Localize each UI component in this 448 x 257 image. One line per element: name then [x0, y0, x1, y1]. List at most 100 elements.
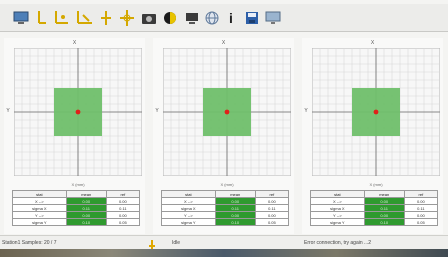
plot-panel-2: XYX (mm) stat mean ref X --> 0.00 0.00 sigma X0… [153, 38, 294, 234]
target-plot[interactable] [14, 48, 142, 176]
target-point [224, 109, 230, 115]
stats-row: X --> 0.00 0.00 [161, 197, 290, 205]
stats-cell: X --> [310, 197, 365, 205]
globe-icon[interactable] [204, 7, 220, 29]
stats-cell: 0.11 [65, 204, 107, 212]
stats-header-row: stat mean ref [310, 190, 439, 198]
status-left: Station1 Samples: 20 / 7 [2, 240, 57, 246]
stats-row: sigma Y 0.10 0.05 [12, 218, 141, 226]
toolbar: i [0, 4, 448, 32]
target-plot[interactable] [163, 48, 291, 176]
stats-header-cell: ref [105, 190, 141, 198]
stats-cell: Y --> [161, 211, 216, 219]
plot-ylabel: Y [155, 108, 159, 114]
stats-cell: 0.05 [105, 218, 141, 226]
status-bar: Station1 Samples: 20 / 7 Idle Error conn… [0, 235, 448, 249]
stats-row: X --> 0.00 0.00 [12, 197, 141, 205]
stats-row: Y --> 0.00 0.00 [12, 211, 141, 219]
stats-header-cell: ref [254, 190, 290, 198]
stats-row: sigma X 0.11 0.11 [161, 204, 290, 212]
stats-cell: 0.00 [214, 211, 256, 219]
status-right: Error connection, try again ...2 [304, 240, 371, 246]
stats-cell: Y --> [310, 211, 365, 219]
stats-cell: sigma X [161, 204, 216, 212]
screen-icon[interactable] [264, 7, 282, 29]
stats-table: stat mean ref X --> 0.00 0.00 sigma X 0.11 0.11 Y… [161, 190, 290, 226]
stats-cell: 0.00 [363, 211, 405, 219]
plot-xlabel: X (mm) [369, 182, 383, 187]
cursor-icon[interactable] [98, 7, 114, 29]
plot-ylabel: Y [6, 108, 10, 114]
taskbar [0, 249, 448, 257]
info-icon[interactable]: i [226, 7, 236, 29]
stats-cell: 0.00 [403, 211, 439, 219]
stats-header-cell: mean [214, 190, 256, 198]
stats-cell: 0.00 [363, 197, 405, 205]
monitor-small-icon[interactable] [184, 7, 200, 29]
plot-panel-1: XYX (mm) stat mean ref X --> 0.00 0.00 sigma X0… [4, 38, 145, 234]
stats-header-cell: ref [403, 190, 439, 198]
target-plot[interactable] [312, 48, 440, 176]
plot-ylabel: Y [304, 108, 308, 114]
stats-cell: 0.11 [403, 204, 439, 212]
stats-cell: 0.00 [403, 197, 439, 205]
stats-header-cell: stat [161, 190, 216, 198]
stats-cell: sigma Y [12, 218, 67, 226]
stats-cell: 0.05 [254, 218, 290, 226]
status-idle: Idle [172, 240, 181, 246]
stats-cell: 0.05 [403, 218, 439, 226]
stats-row: X --> 0.00 0.00 [310, 197, 439, 205]
stats-cell: X --> [12, 197, 67, 205]
app-window: i XYX (mm) stat mean ref X --> 0.00 0.00 sigma … [0, 0, 448, 257]
stats-cell: 0.00 [65, 197, 107, 205]
stats-table: stat mean ref X --> 0.00 0.00 sigma X 0.11 0.11 Y… [12, 190, 141, 226]
stats-cell: 0.10 [214, 218, 256, 226]
plot-panel-3: XYX (mm) stat mean ref X --> 0.00 0.00 sigma X0… [302, 38, 443, 234]
y-axis-triple-icon[interactable] [74, 7, 94, 29]
stats-cell: 0.00 [254, 211, 290, 219]
stats-cell: 0.00 [105, 211, 141, 219]
stats-cell: 0.10 [65, 218, 107, 226]
stats-header-cell: mean [65, 190, 107, 198]
target-point [75, 109, 81, 115]
stats-cell: 0.11 [105, 204, 141, 212]
stats-header-cell: stat [12, 190, 67, 198]
stats-cell: sigma Y [310, 218, 365, 226]
stats-row: sigma Y 0.10 0.05 [161, 218, 290, 226]
stats-table: stat mean ref X --> 0.00 0.00 sigma X 0.11 0.11 Y… [310, 190, 439, 226]
monitor-icon[interactable] [12, 7, 30, 29]
half-circle-icon[interactable] [162, 7, 178, 29]
stats-row: sigma X 0.11 0.11 [310, 204, 439, 212]
stats-cell: sigma Y [161, 218, 216, 226]
stats-row: Y --> 0.00 0.00 [161, 211, 290, 219]
stats-cell: 0.00 [254, 197, 290, 205]
stats-cell: 0.00 [65, 211, 107, 219]
stats-cell: sigma X [12, 204, 67, 212]
y-axis-pair-icon[interactable] [52, 7, 70, 29]
plot-title: X [221, 40, 226, 46]
crosshair-icon[interactable] [118, 7, 136, 29]
stats-cell: 0.10 [363, 218, 405, 226]
camera-icon[interactable] [140, 7, 158, 29]
stats-cell: sigma X [310, 204, 365, 212]
stats-cell: 0.11 [214, 204, 256, 212]
stats-cell: 0.11 [254, 204, 290, 212]
stats-row: sigma Y 0.10 0.05 [310, 218, 439, 226]
save-icon[interactable] [244, 7, 260, 29]
stats-row: Y --> 0.00 0.00 [310, 211, 439, 219]
stats-cell: 0.00 [214, 197, 256, 205]
stats-header-row: stat mean ref [161, 190, 290, 198]
plot-title: X [72, 40, 77, 46]
stats-cell: X --> [161, 197, 216, 205]
stats-header-row: stat mean ref [12, 190, 141, 198]
plot-title: X [370, 40, 375, 46]
stats-header-cell: mean [363, 190, 405, 198]
stats-cell: 0.11 [363, 204, 405, 212]
plot-xlabel: X (mm) [220, 182, 234, 187]
stats-row: sigma X 0.11 0.11 [12, 204, 141, 212]
plot-xlabel: X (mm) [71, 182, 85, 187]
target-point [373, 109, 379, 115]
stats-header-cell: stat [310, 190, 365, 198]
y-axis-icon[interactable] [34, 7, 48, 29]
stats-cell: 0.00 [105, 197, 141, 205]
